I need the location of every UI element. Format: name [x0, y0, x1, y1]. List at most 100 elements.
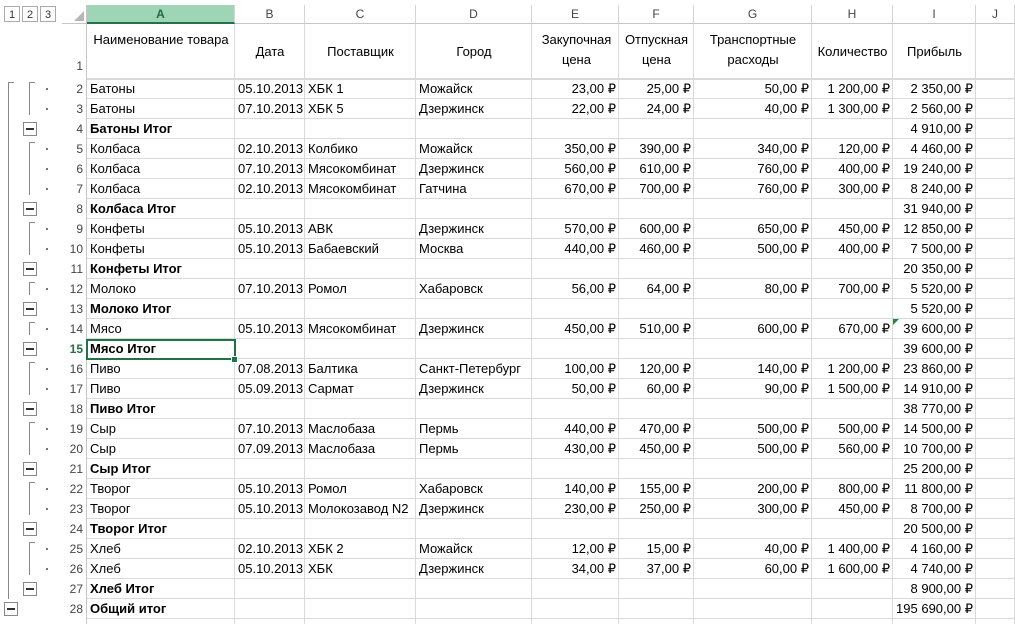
- cell-date[interactable]: [235, 599, 305, 619]
- cell-profit[interactable]: 2 350,00 ₽: [893, 79, 976, 99]
- row-header-6[interactable]: 6: [62, 159, 87, 179]
- cell-buy[interactable]: 56,00 ₽: [532, 279, 619, 299]
- column-header-H[interactable]: H: [812, 5, 893, 24]
- cell-name[interactable]: Молоко: [87, 279, 235, 299]
- cell-trans[interactable]: 760,00 ₽: [694, 179, 812, 199]
- cell-name[interactable]: Батоны: [87, 99, 235, 119]
- row-header-12[interactable]: 12: [62, 279, 87, 299]
- cell-trans[interactable]: [694, 579, 812, 599]
- cell-date[interactable]: [235, 519, 305, 539]
- cell-buy[interactable]: 440,00 ₽: [532, 419, 619, 439]
- cell-buy[interactable]: 50,00 ₽: [532, 379, 619, 399]
- cell-sell[interactable]: 37,00 ₽: [619, 559, 694, 579]
- cell-supplier[interactable]: ХБК 1: [305, 79, 416, 99]
- cell-date[interactable]: 05.10.2013: [235, 219, 305, 239]
- cell-supplier[interactable]: [305, 339, 416, 359]
- cell-profit[interactable]: 31 940,00 ₽: [893, 199, 976, 219]
- cell-supplier[interactable]: [305, 599, 416, 619]
- cell-date[interactable]: 05.10.2013: [235, 499, 305, 519]
- header-name[interactable]: Наименование товара: [87, 30, 235, 50]
- header-profit[interactable]: Прибыль: [893, 42, 976, 62]
- cell-profit[interactable]: 8 240,00 ₽: [893, 179, 976, 199]
- cell-supplier[interactable]: ХБК: [305, 559, 416, 579]
- header-qty[interactable]: Количество: [812, 42, 893, 62]
- cell-city[interactable]: Пермь: [416, 419, 532, 439]
- row-header-28[interactable]: 28: [62, 599, 87, 619]
- cell-qty[interactable]: 400,00 ₽: [812, 159, 893, 179]
- cell-profit[interactable]: 38 770,00 ₽: [893, 399, 976, 419]
- collapse-group-button[interactable]: [23, 342, 37, 356]
- cell-name[interactable]: Творог Итог: [87, 519, 235, 539]
- cell-supplier[interactable]: Мясокомбинат: [305, 319, 416, 339]
- cell-buy[interactable]: 34,00 ₽: [532, 559, 619, 579]
- collapse-group-button[interactable]: [23, 262, 37, 276]
- cell-date[interactable]: [235, 119, 305, 139]
- cell-qty[interactable]: 1 500,00 ₽: [812, 379, 893, 399]
- cell-city[interactable]: [416, 339, 532, 359]
- cell-supplier[interactable]: ХБК 5: [305, 99, 416, 119]
- collapse-all-button[interactable]: [4, 602, 18, 616]
- column-header-E[interactable]: E: [532, 5, 619, 24]
- row-header-14[interactable]: 14: [62, 319, 87, 339]
- cell-buy[interactable]: 12,00 ₽: [532, 539, 619, 559]
- cell-sell[interactable]: [619, 399, 694, 419]
- outline-level-3-button[interactable]: 3: [40, 6, 56, 22]
- cell-trans[interactable]: [694, 119, 812, 139]
- cell-sell[interactable]: 460,00 ₽: [619, 239, 694, 259]
- cell-profit[interactable]: 25 200,00 ₽: [893, 459, 976, 479]
- cell-trans[interactable]: 500,00 ₽: [694, 239, 812, 259]
- cell-qty[interactable]: 450,00 ₽: [812, 219, 893, 239]
- cell-trans[interactable]: 500,00 ₽: [694, 439, 812, 459]
- cell-name[interactable]: Пиво Итог: [87, 399, 235, 419]
- cell-sell[interactable]: [619, 199, 694, 219]
- column-header-B[interactable]: B: [235, 5, 305, 24]
- cell-supplier[interactable]: [305, 459, 416, 479]
- cell-city[interactable]: Хабаровск: [416, 479, 532, 499]
- cell-sell[interactable]: [619, 299, 694, 319]
- cell-city[interactable]: [416, 519, 532, 539]
- header-sell-price[interactable]: Отпускная цена: [619, 30, 694, 70]
- column-header-D[interactable]: D: [416, 5, 532, 24]
- cell-profit[interactable]: 7 500,00 ₽: [893, 239, 976, 259]
- cell-qty[interactable]: 500,00 ₽: [812, 419, 893, 439]
- cell-profit[interactable]: 4 460,00 ₽: [893, 139, 976, 159]
- row-header-23[interactable]: 23: [62, 499, 87, 519]
- cell-qty[interactable]: 1 200,00 ₽: [812, 359, 893, 379]
- cell-qty[interactable]: 300,00 ₽: [812, 179, 893, 199]
- row-header-19[interactable]: 19: [62, 419, 87, 439]
- cell-city[interactable]: Дзержинск: [416, 219, 532, 239]
- cell-date[interactable]: [235, 459, 305, 479]
- cell-sell[interactable]: [619, 459, 694, 479]
- cell-profit[interactable]: 8 700,00 ₽: [893, 499, 976, 519]
- cell-name[interactable]: Творог: [87, 499, 235, 519]
- cell-profit[interactable]: 5 520,00 ₽: [893, 299, 976, 319]
- cell-trans[interactable]: [694, 519, 812, 539]
- cell-profit[interactable]: 14 910,00 ₽: [893, 379, 976, 399]
- row-header-9[interactable]: 9: [62, 219, 87, 239]
- cell-sell[interactable]: 390,00 ₽: [619, 139, 694, 159]
- cell-name[interactable]: Хлеб: [87, 539, 235, 559]
- column-header-G[interactable]: G: [694, 5, 812, 24]
- cell-buy[interactable]: 23,00 ₽: [532, 79, 619, 99]
- cell-qty[interactable]: 1 400,00 ₽: [812, 539, 893, 559]
- cell-supplier[interactable]: [305, 579, 416, 599]
- column-header-J[interactable]: J: [976, 5, 1015, 24]
- header-supplier[interactable]: Поставщик: [305, 42, 416, 62]
- cell-city[interactable]: Дзержинск: [416, 159, 532, 179]
- cell-buy[interactable]: [532, 259, 619, 279]
- cell-sell[interactable]: 470,00 ₽: [619, 419, 694, 439]
- cell-date[interactable]: [235, 579, 305, 599]
- cell-profit[interactable]: 20 500,00 ₽: [893, 519, 976, 539]
- cell-qty[interactable]: 1 600,00 ₽: [812, 559, 893, 579]
- column-header-I[interactable]: I: [893, 5, 976, 24]
- collapse-group-button[interactable]: [23, 582, 37, 596]
- cell-buy[interactable]: [532, 199, 619, 219]
- collapse-group-button[interactable]: [23, 462, 37, 476]
- header-buy-price[interactable]: Закупочная цена: [534, 30, 619, 70]
- cell-name[interactable]: Конфеты: [87, 239, 235, 259]
- collapse-group-button[interactable]: [23, 202, 37, 216]
- cell-supplier[interactable]: [305, 259, 416, 279]
- column-header-F[interactable]: F: [619, 5, 694, 24]
- cell-name[interactable]: Сыр Итог: [87, 459, 235, 479]
- cell-date[interactable]: [235, 399, 305, 419]
